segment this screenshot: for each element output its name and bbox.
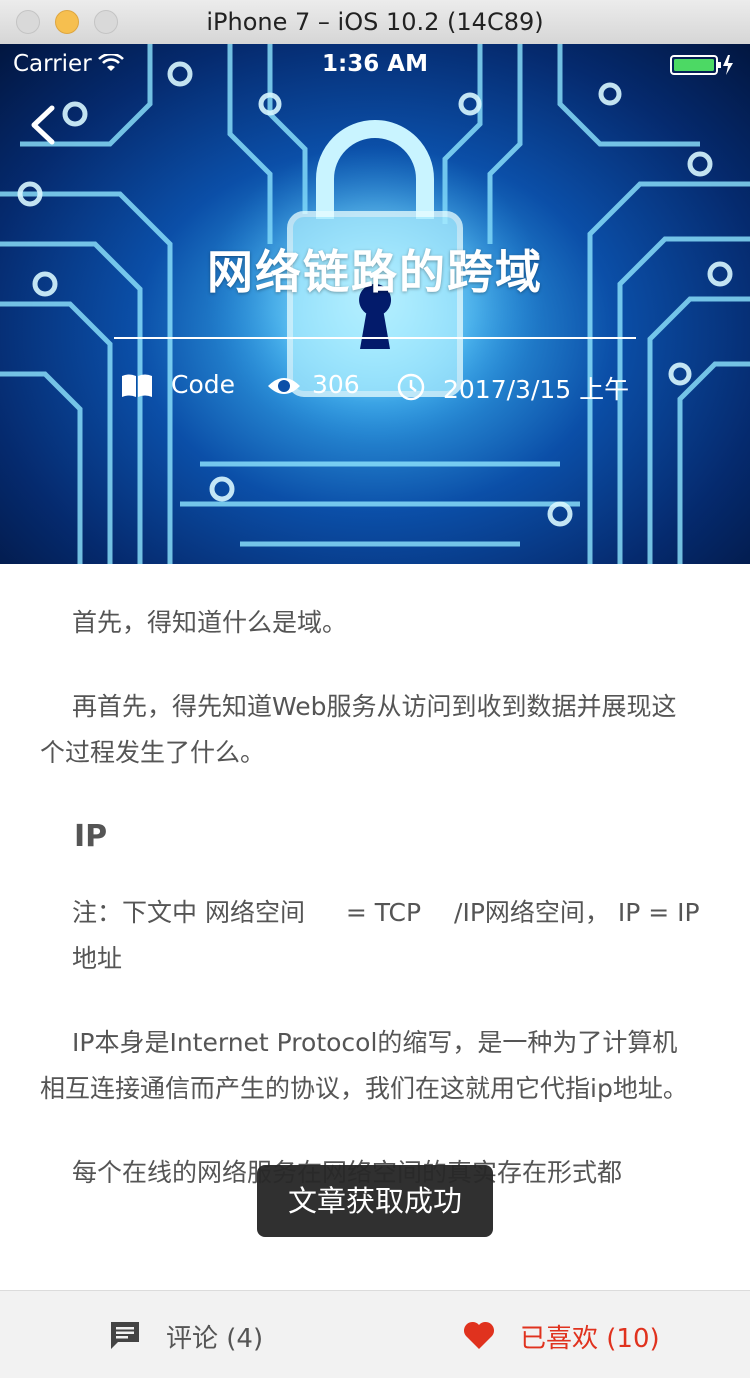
simulator-titlebar: iPhone 7 – iOS 10.2 (14C89): [0, 0, 750, 45]
paragraph-2: 再首先，得先知道Web服务从访问到收到数据并展现这个过程发生了什么。: [40, 692, 677, 767]
book-icon: [122, 374, 152, 397]
clock-icon: [397, 373, 425, 401]
views-count: 306: [312, 370, 360, 399]
like-label: 已喜欢 (10): [520, 1324, 660, 1354]
battery-icon: [670, 55, 733, 75]
article-hero: Carrier 1:36 AM 网络链路的跨域 Code 306 2017/3/…: [0, 44, 750, 564]
category-label: Code: [171, 370, 236, 399]
article-meta: Code 306 2017/3/15 上午: [120, 368, 640, 408]
publish-date: 2017/3/15 上午: [443, 375, 630, 404]
article-title: 网络链路的跨域: [207, 245, 543, 299]
bottom-action-bar: 评论 (4) 已喜欢 (10): [0, 1290, 750, 1378]
clock-label: 1:36 AM: [322, 51, 428, 77]
paragraph-1: 首先，得知道什么是域。: [72, 608, 348, 637]
window-title: iPhone 7 – iOS 10.2 (14C89): [206, 8, 544, 36]
comment-icon: [111, 1322, 139, 1349]
back-button[interactable]: [24, 100, 64, 150]
comment-button[interactable]: 评论 (4): [108, 1291, 308, 1379]
chevron-left-icon: [31, 105, 55, 145]
eye-icon: [268, 378, 300, 394]
like-button[interactable]: 已喜欢 (10): [462, 1291, 692, 1379]
toast-message: 文章获取成功: [257, 1165, 493, 1237]
comment-label: 评论 (4): [166, 1324, 264, 1354]
note-paragraph: 注：下文中 网络空间 = TCP /IP网络空间， IP = IP地址: [72, 898, 700, 973]
circuit-background-image: [0, 44, 750, 564]
heart-icon: [463, 1321, 495, 1349]
paragraph-3: IP本身是Internet Protocol的缩写，是一种为了计算机相互连接通信…: [40, 1028, 688, 1103]
section-heading-ip: IP: [74, 819, 108, 854]
ios-status-bar: Carrier 1:36 AM: [0, 44, 750, 84]
title-divider: [114, 337, 636, 339]
